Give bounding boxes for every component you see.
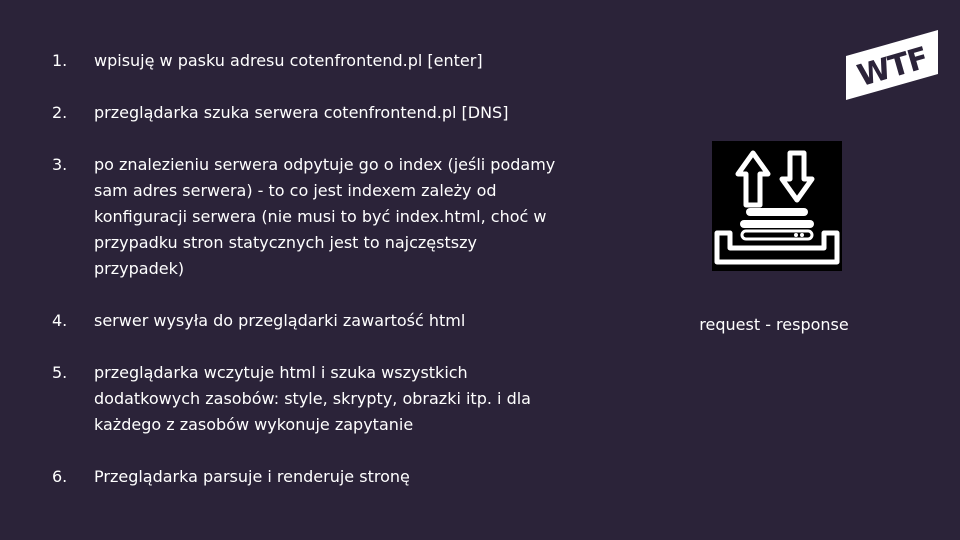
- step-5: 5. przeglądarka wczytuje html i szuka ws…: [52, 360, 572, 438]
- step-text: przeglądarka szuka serwera cotenfrontend…: [94, 103, 509, 122]
- step-number: 5.: [52, 363, 68, 382]
- step-number: 1.: [52, 51, 68, 70]
- step-3: 3. po znalezieniu serwera odpytuje go o …: [52, 152, 572, 282]
- step-number: 3.: [52, 155, 68, 174]
- step-text: przeglądarka wczytuje html i szuka wszys…: [94, 363, 531, 434]
- step-number: 2.: [52, 103, 68, 122]
- request-response-icon: [712, 141, 842, 271]
- wtf-logo: WTF: [846, 30, 938, 100]
- step-4: 4. serwer wysyła do przeglądarki zawarto…: [52, 308, 572, 334]
- step-text: Przeglądarka parsuje i renderuje stronę: [94, 467, 410, 486]
- wtf-logo-graphic: WTF: [846, 30, 938, 100]
- step-2: 2. przeglądarka szuka serwera cotenfront…: [52, 100, 572, 126]
- step-1: 1. wpisuję w pasku adresu cotenfrontend.…: [52, 48, 572, 74]
- step-number: 6.: [52, 467, 68, 486]
- step-6: 6. Przeglądarka parsuje i renderuje stro…: [52, 464, 572, 490]
- step-text: serwer wysyła do przeglądarki zawartość …: [94, 311, 466, 330]
- caption: request - response: [699, 315, 849, 334]
- steps-list: 1. wpisuję w pasku adresu cotenfrontend.…: [52, 48, 572, 516]
- step-text: wpisuję w pasku adresu cotenfrontend.pl …: [94, 51, 483, 70]
- step-number: 4.: [52, 311, 68, 330]
- step-text: po znalezieniu serwera odpytuje go o ind…: [94, 155, 556, 278]
